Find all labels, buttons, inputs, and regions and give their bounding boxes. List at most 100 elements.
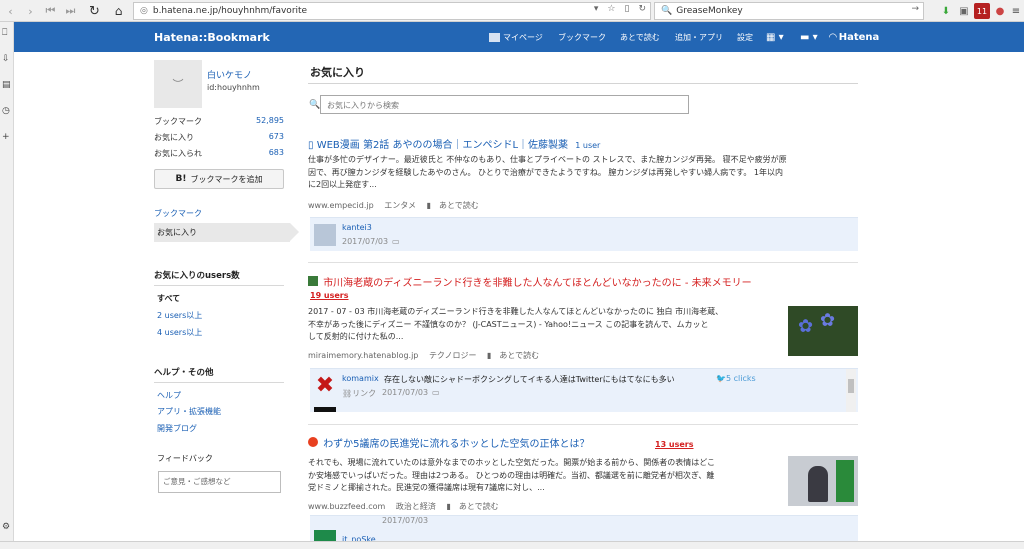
mypage-label: マイページ (503, 33, 543, 42)
avatar[interactable]: ︶ (154, 60, 202, 108)
entry-title[interactable]: ▯ WEB漫画 第2話 あやのの場合｜エンペシドL｜佐藤製薬 1 user (308, 136, 600, 151)
comment-date[interactable]: 2017/07/03 (382, 388, 428, 397)
favorite-search-input[interactable]: お気に入りから検索 (320, 95, 689, 114)
stat-bookmarks[interactable]: ブックマーク 52,895 (154, 116, 284, 127)
add-panel-icon[interactable]: + (2, 132, 10, 142)
entry-domain[interactable]: miraimemory.hatenablog.jp (308, 351, 418, 360)
comment-scrollbar[interactable] (846, 369, 856, 412)
nav-favorite[interactable]: お気に入り (154, 223, 290, 242)
comment-date[interactable]: 2017/07/03 (382, 516, 428, 525)
entry-category[interactable]: テクノロジー (429, 351, 477, 360)
entry-divider (308, 262, 858, 263)
stat-value: 673 (268, 132, 284, 141)
home-icon[interactable]: ⌂ (110, 2, 127, 20)
stat-favorites[interactable]: お気に入り 673 (154, 132, 284, 143)
first-icon[interactable]: ⏮ (42, 2, 59, 20)
comment-date[interactable]: 2017/07/03 (342, 237, 388, 246)
flower-icon: ✿ (798, 316, 814, 337)
avatar[interactable] (314, 224, 336, 246)
entry-body: それでも、現場に流れていたのは意外なまでのホッとした空気だった。開票が始まる前か… (308, 457, 790, 495)
hatena-logo[interactable]: ◠ Hatena (829, 32, 879, 43)
search-go-icon[interactable]: → (911, 4, 919, 14)
entry-body-line: 因で、再び膣カンジダを経験したあやのさん。 ひとりで治療ができたようですね。 膣… (308, 167, 783, 177)
reload-icon[interactable]: ↻ (86, 2, 103, 20)
later-label: あとで読む (458, 502, 499, 511)
profile-id: id:houyhnhm (207, 83, 260, 92)
filter-2-users[interactable]: 2 users以上 (157, 310, 202, 321)
photo-sign (836, 460, 854, 502)
menu-icon[interactable]: ≡ (1008, 3, 1024, 19)
add-apps-menu[interactable]: 追加・アプリ (675, 32, 723, 43)
later-link[interactable]: ▮ あとで読む (487, 351, 547, 360)
mypage-menu[interactable]: マイページ (489, 32, 543, 43)
entry-thumbnail[interactable]: ✿ ✿ (788, 306, 858, 356)
bird-icon: 🐦 (716, 374, 726, 383)
entry-category[interactable]: エンタメ (384, 201, 416, 210)
comment-icon[interactable]: ▬ ▾ (800, 32, 818, 43)
entry-users[interactable]: 1 user (575, 141, 600, 150)
filter-all[interactable]: すべて (157, 293, 180, 304)
entry-users[interactable]: 13 users (655, 440, 694, 449)
filter-4-users[interactable]: 4 users以上 (157, 327, 202, 338)
forward-icon[interactable]: › (22, 2, 39, 20)
reader-icon[interactable]: ▯ (625, 4, 630, 14)
entry-category[interactable]: 政治と経済 (396, 502, 436, 511)
later-link[interactable]: ▮ あとで読む (427, 201, 487, 210)
comment-user[interactable]: komamix (342, 374, 379, 383)
scroll-thumb[interactable] (848, 379, 854, 393)
extension-icon[interactable]: ▣ (956, 3, 972, 19)
downloads-panel-icon[interactable]: ⇩ (2, 54, 10, 64)
settings-menu[interactable]: 設定 (737, 32, 753, 43)
notification-icon[interactable]: 11 (974, 3, 990, 19)
comment-user[interactable]: kantei3 (342, 223, 372, 232)
title-divider (308, 83, 858, 84)
profile-name[interactable]: 白いケモノ (207, 68, 252, 81)
blog-link[interactable]: 開発ブログ (157, 423, 197, 434)
entry-body-line: 党ドミノと揶揄された。民進党の獲得議席は現有7議席に対し、... (308, 483, 545, 493)
close-icon[interactable]: ✖ (314, 375, 336, 397)
entry-domain[interactable]: www.empecid.jp (308, 201, 374, 210)
feedback-input[interactable]: ご意見・ご感想など (158, 471, 281, 493)
refresh-icon[interactable]: ↻ (638, 4, 646, 14)
entry-users[interactable]: 19 users (310, 291, 349, 300)
entry-domain[interactable]: www.buzzfeed.com (308, 502, 385, 511)
download-arrow-icon[interactable]: ⬇ (938, 3, 954, 19)
bookmarks-panel-icon[interactable]: ⎕ (2, 28, 7, 38)
clicks-badge[interactable]: 🐦5 clicks (716, 374, 756, 383)
last-icon[interactable]: ⏭ (62, 2, 79, 20)
apps-link[interactable]: アプリ・拡張機能 (157, 406, 221, 417)
entry-thumbnail[interactable] (788, 456, 858, 506)
shield-icon[interactable]: ● (992, 3, 1008, 19)
dropdown-icon[interactable]: ▾ (594, 4, 599, 14)
entry-title[interactable]: 市川海老蔵のディズニーランド行きを非難した人なんてほとんどいなかったのに - 未… (308, 274, 752, 289)
stat-favorited[interactable]: お気に入られ 683 (154, 148, 284, 159)
settings-panel-icon[interactable]: ⚙ (2, 522, 10, 532)
help-link[interactable]: ヘルプ (157, 390, 181, 401)
search-bar[interactable]: 🔍 GreaseMonkey → (654, 2, 924, 20)
back-icon[interactable]: ‹ (2, 2, 19, 20)
grid-icon[interactable]: ▦ ▾ (766, 32, 784, 43)
history-panel-icon[interactable]: ◷ (2, 106, 10, 116)
bookmark-star-icon[interactable]: ☆ (607, 4, 615, 14)
clicks-label: 5 clicks (725, 374, 756, 383)
entry-meta: www.empecid.jp エンタメ ▮ あとで読む (308, 200, 495, 211)
globe-icon: ◎ (140, 6, 148, 16)
entry-title[interactable]: わずか5議席の民進党に流れるホッとした空気の正体とは？ (308, 435, 590, 450)
hatena-bookmark-logo[interactable]: Hatena::Bookmark (154, 31, 270, 44)
help-heading: ヘルプ・その他 (154, 366, 284, 383)
nav-bookmark[interactable]: ブックマーク (154, 208, 284, 219)
comment-text: 存在しない敵にシャドーボクシングしてイキる人達はTwitterにもはてなにも多い (384, 375, 675, 384)
add-bookmark-button[interactable]: B! ブックマークを追加 (154, 169, 284, 189)
comment-image-icon[interactable]: ▭ (392, 237, 400, 246)
later-menu[interactable]: あとで読む (620, 32, 660, 43)
later-link[interactable]: ▮ あとで読む (446, 502, 506, 511)
url-bar[interactable]: ◎ b.hatena.ne.jp/houyhnhm/favorite ▾ ☆ ▯… (133, 2, 651, 20)
notes-panel-icon[interactable]: ▤ (2, 80, 11, 90)
bookmark-menu[interactable]: ブックマーク (558, 32, 606, 43)
entry-body-line: 不幸があった後にディズニー 不謹慎なのか？ (J-CASTニュース) - Yah… (308, 319, 709, 329)
avatar[interactable] (314, 407, 336, 412)
link-badge[interactable]: ⛓リンク (342, 388, 376, 399)
search-engine-name: GreaseMonkey (676, 6, 743, 16)
comment-image-icon[interactable]: ▭ (432, 388, 440, 397)
hatena-label: Hatena (838, 32, 880, 43)
